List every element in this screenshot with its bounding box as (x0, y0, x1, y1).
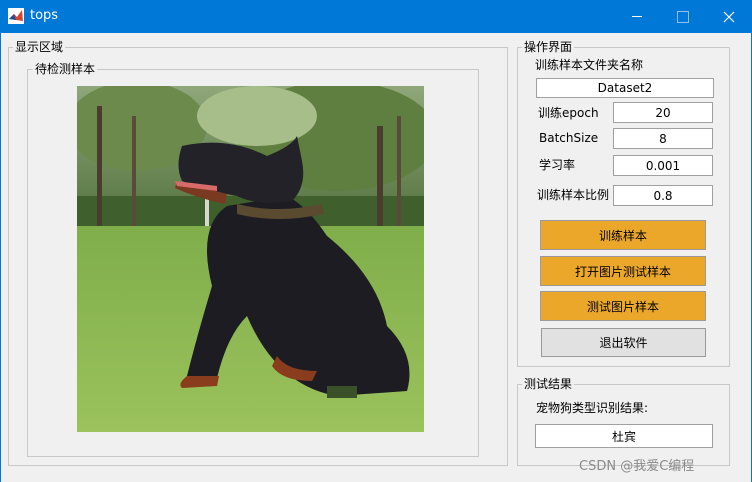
window-title: tops (30, 8, 59, 23)
maximize-button[interactable] (660, 0, 706, 33)
result-field: 杜宾 (535, 424, 713, 448)
watermark: CSDN @我爱C编程 (579, 459, 695, 474)
train-button[interactable]: 训练样本 (540, 220, 706, 250)
train-ratio-field[interactable]: 0.8 (613, 185, 713, 206)
close-button[interactable] (706, 0, 752, 33)
minimize-button[interactable] (614, 0, 660, 33)
epoch-label: 训练epoch (538, 106, 599, 120)
train-ratio-label: 训练样本比例 (537, 188, 610, 202)
minimize-icon (632, 16, 642, 17)
maximize-icon (677, 10, 689, 23)
folder-field[interactable]: Dataset2 (536, 78, 714, 98)
operation-title: 操作界面 (522, 40, 575, 54)
learning-rate-field[interactable]: 0.001 (613, 155, 713, 176)
matlab-icon (8, 8, 24, 24)
test-image-button[interactable]: 测试图片样本 (540, 291, 706, 321)
learning-rate-label: 学习率 (539, 158, 576, 172)
display-area-title: 显示区域 (13, 40, 66, 54)
dog-photo (77, 86, 424, 432)
open-test-image-button[interactable]: 打开图片测试样本 (540, 256, 706, 286)
exit-button[interactable]: 退出软件 (541, 328, 706, 357)
batchsize-label: BatchSize (539, 131, 599, 145)
batchsize-field[interactable]: 8 (613, 128, 713, 149)
result-label: 宠物狗类型识别结果: (536, 401, 649, 415)
epoch-field[interactable]: 20 (613, 102, 713, 123)
title-bar: tops (0, 0, 752, 33)
folder-label: 训练样本文件夹名称 (535, 58, 644, 72)
sample-image-title: 待检测样本 (33, 62, 98, 76)
result-title: 测试结果 (522, 377, 575, 391)
close-icon (723, 11, 735, 22)
